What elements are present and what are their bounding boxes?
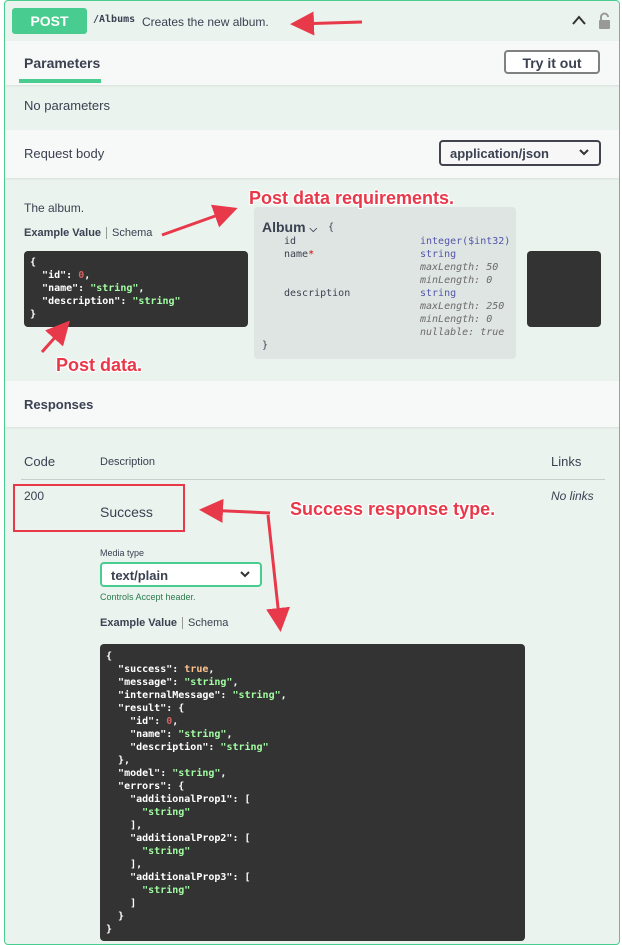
column-links: Links xyxy=(551,454,582,469)
annotation-post-data: Post data. xyxy=(56,355,143,375)
chevron-down-icon: ⌵ xyxy=(309,224,318,235)
content-type-value: application/json xyxy=(450,146,549,161)
media-type-value: text/plain xyxy=(111,568,169,583)
response-links: No links xyxy=(551,489,594,503)
tab-parameters[interactable]: Parameters xyxy=(24,55,100,71)
tab-example-value[interactable]: Example Value xyxy=(100,617,177,629)
chevron-down-icon xyxy=(579,145,589,162)
no-parameters-text: No parameters xyxy=(24,98,110,113)
tab-example-value[interactable]: Example Value xyxy=(24,227,101,239)
media-type-select[interactable]: text/plain xyxy=(100,562,262,587)
try-it-out-button[interactable]: Try it out xyxy=(504,50,600,74)
schema-constraint: maxLength: 250 xyxy=(420,301,504,312)
schema-constraint: minLength: 0 xyxy=(420,275,492,286)
request-body-label: Request body xyxy=(24,146,105,161)
required-marker: * xyxy=(308,249,315,260)
constraint-text: nullable: true xyxy=(420,327,505,338)
annotation-post-data-requirements: Post data requirements. xyxy=(249,188,455,208)
request-body-description: The album. xyxy=(24,201,85,215)
operation-summary[interactable]: POST /Albums Creates the new album. xyxy=(5,1,619,42)
schema-field-type: integer($int32) xyxy=(420,236,511,247)
constraint-text: maxLength: 50 xyxy=(420,262,499,273)
response-tabs: Example Value Schema xyxy=(100,617,228,630)
operation-block-post-albums: POST /Albums Creates the new album. Para… xyxy=(4,0,620,945)
tab-divider xyxy=(106,227,108,240)
schema-constraint: minLength: 0 xyxy=(420,314,492,325)
constraint-text: minLength: 0 xyxy=(420,314,493,325)
schema-constraint: maxLength: 50 xyxy=(420,262,498,273)
responses-header: Responses xyxy=(5,381,619,427)
table-divider xyxy=(21,479,605,480)
controls-accept-note: Controls Accept header. xyxy=(100,592,196,602)
schema-open-brace: { xyxy=(328,222,335,233)
schema-title[interactable]: Album ⌵ xyxy=(262,219,317,235)
schema-field-name: id xyxy=(284,236,297,247)
request-body-header: Request body application/json xyxy=(5,130,619,178)
unlocked-icon[interactable] xyxy=(598,11,611,31)
request-body-tabs: Example Value Schema xyxy=(24,227,152,240)
response-example-code: { "success": true, "message": "string", … xyxy=(100,644,525,941)
column-description: Description xyxy=(100,456,156,468)
schema-constraint: nullable: true xyxy=(420,327,504,338)
active-tab-indicator xyxy=(19,79,101,83)
chevron-up-icon[interactable] xyxy=(571,13,587,29)
album-schema-panel: Album ⌵ { id integer($int32) name* strin… xyxy=(254,207,516,359)
responses-title: Responses xyxy=(24,397,94,412)
schema-title-text: Album xyxy=(262,219,306,235)
parameters-header: Parameters Try it out xyxy=(5,41,619,85)
operation-path: /Albums xyxy=(93,14,136,25)
column-code: Code xyxy=(24,454,56,469)
highlight-box-success xyxy=(13,484,185,532)
schema-field-type: string xyxy=(420,249,457,260)
schema-field-name-text: name xyxy=(284,249,309,260)
constraint-text: maxLength: 250 xyxy=(420,301,505,312)
schema-field-name: description xyxy=(284,288,351,299)
content-type-select[interactable]: application/json xyxy=(439,140,601,166)
media-type-label: Media type xyxy=(100,548,145,558)
request-example-code: { "id": 0, "name": "string", "descriptio… xyxy=(24,251,248,327)
tab-schema[interactable]: Schema xyxy=(188,617,228,629)
request-example-code-overflow xyxy=(527,251,601,327)
tab-schema[interactable]: Schema xyxy=(112,227,152,239)
constraint-text: minLength: 0 xyxy=(420,275,493,286)
operation-summary-text: Creates the new album. xyxy=(142,15,269,29)
method-badge: POST xyxy=(12,8,87,34)
chevron-down-icon xyxy=(240,567,250,584)
schema-field-type: string xyxy=(420,288,457,299)
tab-divider xyxy=(182,617,184,630)
annotation-success-response-type: Success response type. xyxy=(290,499,496,519)
schema-field-name: name* xyxy=(284,249,314,260)
schema-close-brace: } xyxy=(262,340,269,351)
